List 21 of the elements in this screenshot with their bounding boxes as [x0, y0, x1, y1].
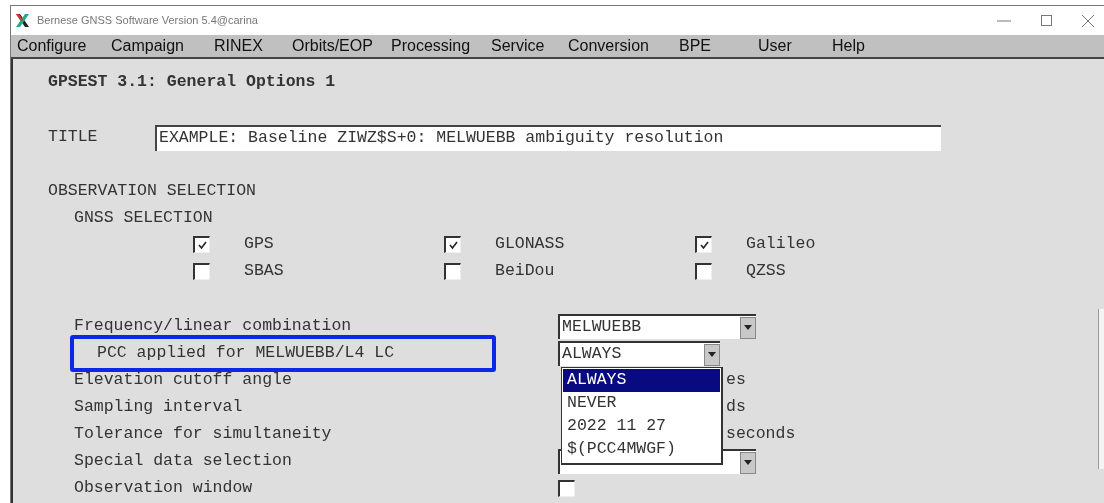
section-heading: OBSERVATION SELECTION — [48, 180, 256, 202]
window-title: Bernese GNSS Software Version 5.4@carina — [37, 13, 258, 29]
unit-label: seconds — [726, 423, 796, 446]
option-label: Tolerance for simultaneity — [74, 423, 332, 446]
checkbox-label: SBAS — [244, 260, 284, 283]
checkbox-label: Galileo — [746, 233, 816, 256]
unit-label: ds — [726, 396, 746, 419]
checkbox-label: GLONASS — [495, 233, 565, 256]
checkbox-label: BeiDou — [495, 260, 555, 283]
option-label: PCC applied for MELWUEBB/L4 LC — [96, 342, 395, 365]
unit-label: es — [726, 369, 746, 392]
option-label: Frequency/linear combination — [74, 315, 352, 338]
option-label: Special data selection — [74, 450, 292, 473]
option-label: Elevation cutoff angle — [74, 369, 292, 392]
option-label: Observation window — [74, 477, 253, 500]
checkbox-label: GPS — [244, 233, 274, 256]
panel-title: GPSEST 3.1: General Options 1 — [48, 71, 337, 93]
option-label: Sampling interval — [74, 396, 243, 419]
checkbox-label: QZSS — [746, 260, 786, 283]
field-label: TITLE — [48, 126, 99, 149]
subsection-heading: GNSS SELECTION — [74, 207, 213, 229]
